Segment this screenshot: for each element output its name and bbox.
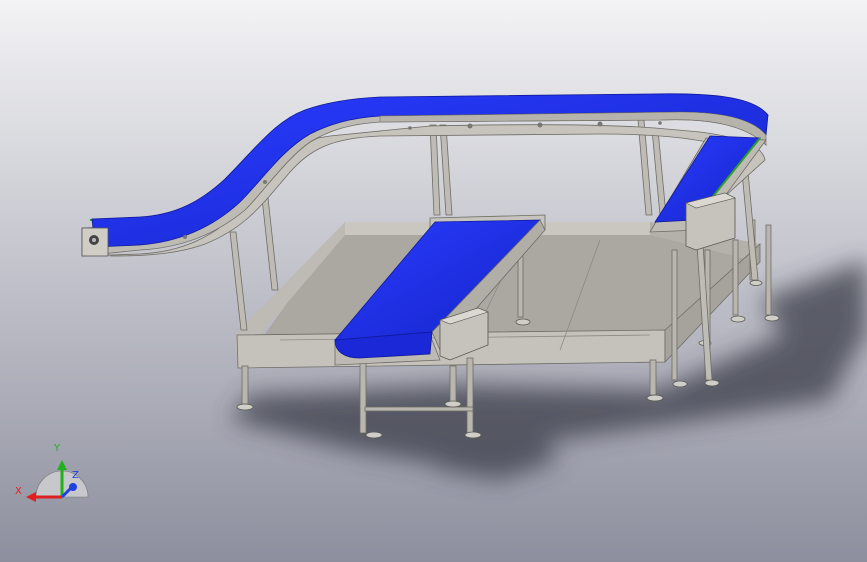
model-canvas[interactable]: [0, 0, 867, 562]
foot: [704, 379, 720, 387]
foot: [464, 431, 482, 439]
leg: [449, 365, 457, 407]
foot: [515, 318, 531, 326]
crossbar: [364, 406, 474, 412]
leg: [732, 239, 739, 316]
leg: [671, 249, 678, 381]
z-axis-label: Z: [72, 470, 79, 481]
leg: [517, 254, 524, 318]
foot: [646, 394, 664, 402]
foot: [730, 315, 746, 323]
foot: [764, 314, 780, 322]
leg: [466, 357, 474, 434]
z-axis-arrowhead: [69, 483, 77, 491]
leg: [765, 224, 772, 316]
cad-viewport[interactable]: X Y Z: [0, 0, 867, 562]
leg: [241, 365, 249, 405]
foot: [444, 400, 462, 408]
foot: [672, 380, 688, 388]
leg: [649, 359, 657, 396]
foot: [365, 431, 383, 439]
y-axis-label: Y: [54, 443, 61, 454]
foot: [236, 403, 254, 411]
x-axis-label: X: [15, 486, 22, 497]
leg: [359, 357, 367, 434]
foot: [749, 280, 763, 286]
